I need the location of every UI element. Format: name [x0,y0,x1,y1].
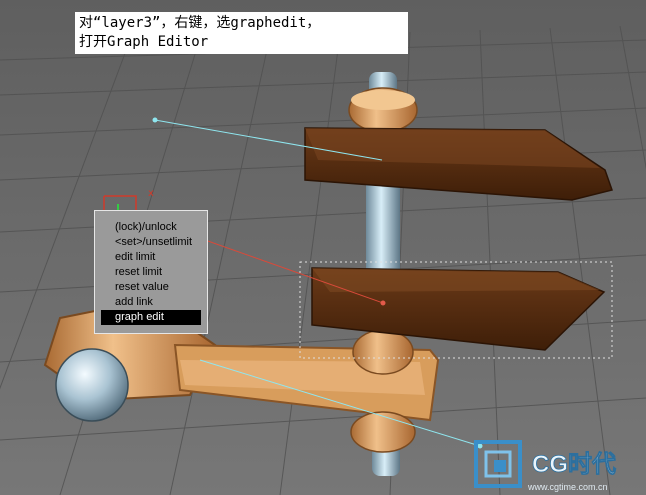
gizmo-axis-label: x [148,188,154,199]
caption-line-2: 打开Graph Editor [79,34,209,50]
cgtime-watermark: CG时代 www.cgtime.com.cn [474,440,616,492]
menu-item-reset-limit[interactable]: reset limit [101,265,201,280]
context-quad-menu: (lock)/unlock <set>/unsetlimit edit limi… [94,210,208,334]
watermark-brand: CG时代 [532,451,616,478]
menu-item-edit-limit[interactable]: edit limit [101,250,201,265]
tutorial-caption: 对“layer3”，右键，选graphedit， 打开Graph Editor [75,12,408,54]
menu-item-add-link[interactable]: add link [101,295,201,310]
menu-item-reset-value[interactable]: reset value [101,280,201,295]
menu-item-set-unset-limit[interactable]: <set>/unsetlimit [101,235,201,250]
caption-line-1: 对“layer3”，右键，选graphedit， [79,15,321,31]
menu-item-graph-edit[interactable]: graph edit [101,310,201,325]
cgtime-logo-icon [474,440,522,488]
watermark-url: www.cgtime.com.cn [527,482,608,492]
menu-item-lock-unlock[interactable]: (lock)/unlock [101,220,201,235]
